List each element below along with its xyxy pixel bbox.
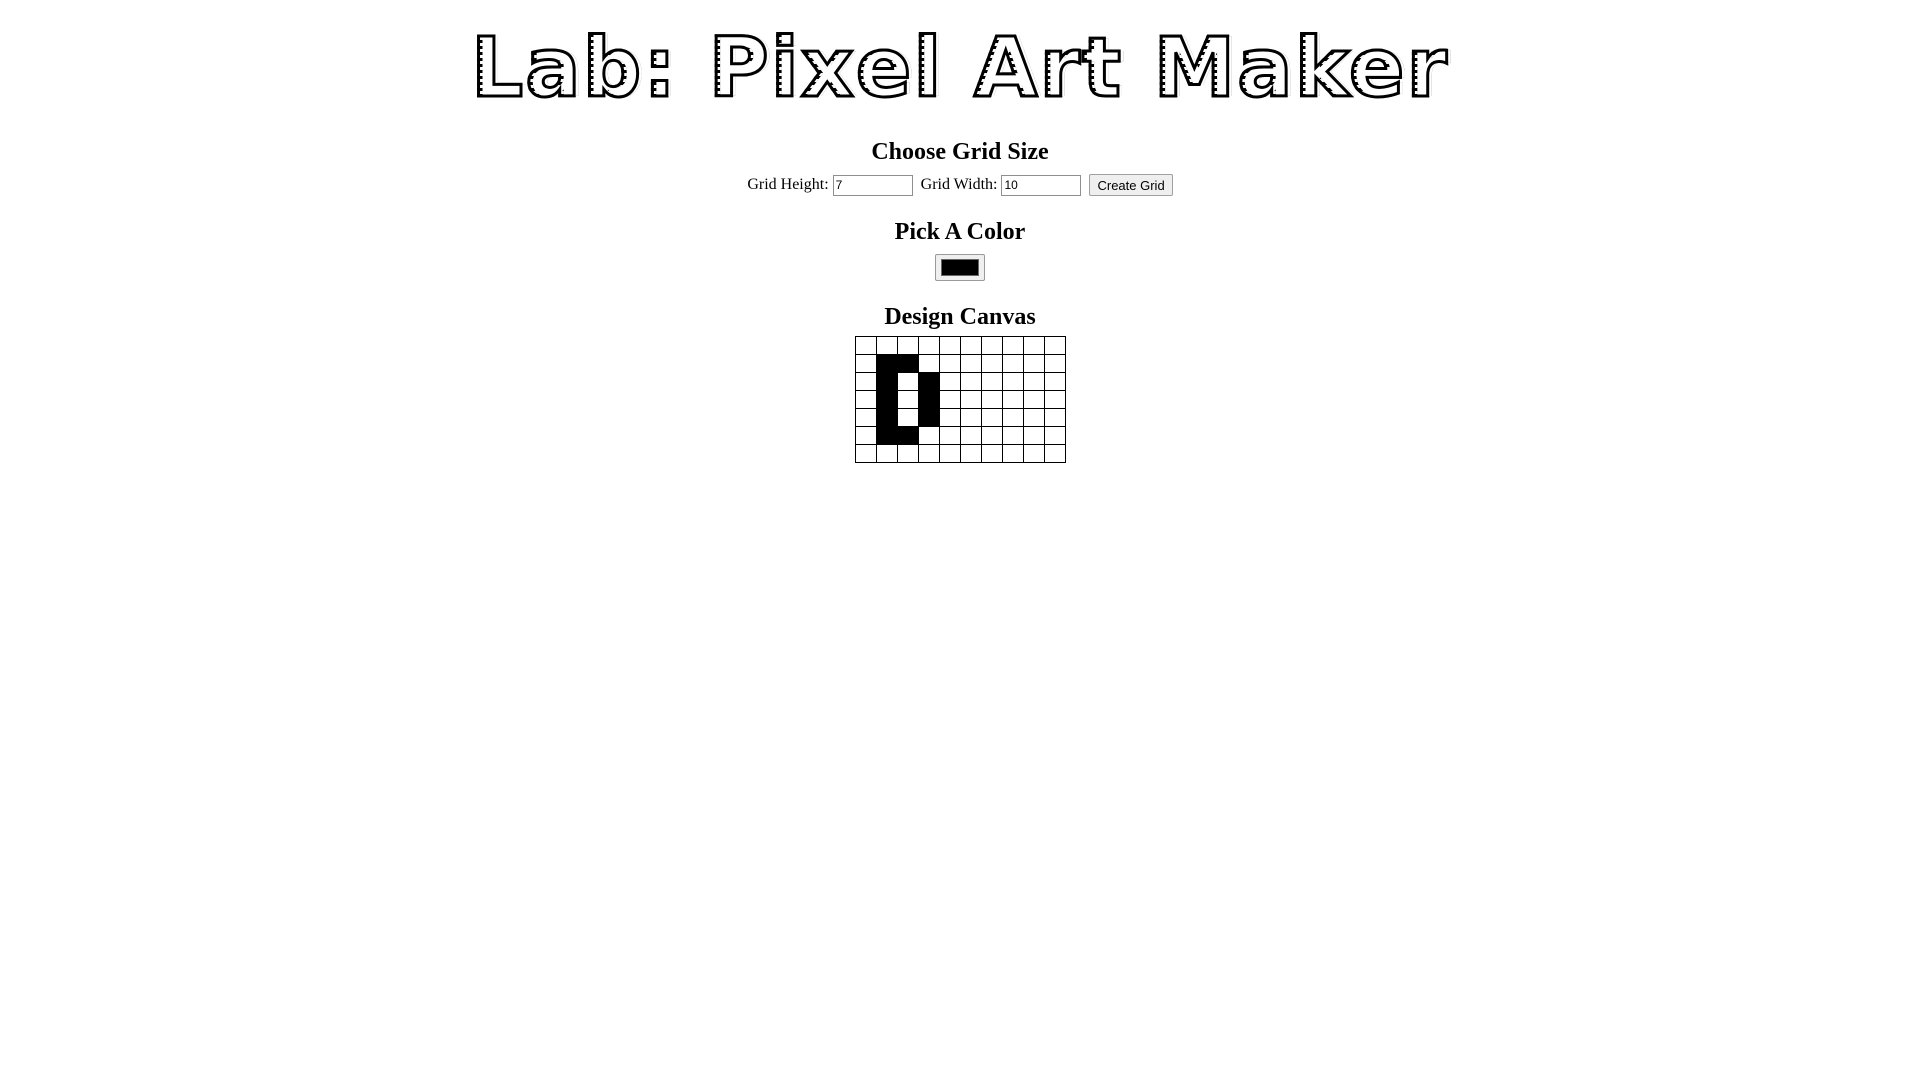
canvas-cell[interactable] <box>938 372 961 391</box>
canvas-row <box>854 426 1066 445</box>
canvas-cell[interactable] <box>875 444 898 463</box>
canvas-cell[interactable] <box>875 426 898 445</box>
canvas-cell[interactable] <box>1022 426 1045 445</box>
canvas-cell[interactable] <box>1022 354 1045 373</box>
canvas-cell[interactable] <box>959 354 982 373</box>
grid-size-heading: Choose Grid Size <box>871 139 1049 165</box>
canvas-cell[interactable] <box>854 426 877 445</box>
canvas-cell[interactable] <box>1001 354 1024 373</box>
color-swatch <box>941 259 979 276</box>
canvas-cell[interactable] <box>1001 336 1024 355</box>
canvas-cell[interactable] <box>1001 372 1024 391</box>
canvas-cell[interactable] <box>875 408 898 427</box>
canvas-cell[interactable] <box>854 354 877 373</box>
canvas-cell[interactable] <box>938 426 961 445</box>
canvas-cell[interactable] <box>875 390 898 409</box>
canvas-heading: Design Canvas <box>884 304 1036 330</box>
canvas-cell[interactable] <box>1022 336 1045 355</box>
canvas-cell[interactable] <box>917 444 940 463</box>
canvas-cell[interactable] <box>980 390 1003 409</box>
canvas-row <box>854 354 1066 373</box>
color-picker[interactable] <box>935 254 985 281</box>
canvas-cell[interactable] <box>854 336 877 355</box>
color-heading: Pick A Color <box>894 219 1026 245</box>
canvas-cell[interactable] <box>1043 390 1066 409</box>
canvas-cell[interactable] <box>980 372 1003 391</box>
create-grid-button[interactable]: Create Grid <box>1089 174 1173 196</box>
canvas-cell[interactable] <box>854 372 877 391</box>
canvas-cell[interactable] <box>917 426 940 445</box>
canvas-cell[interactable] <box>1043 426 1066 445</box>
page: Lab: Pixel Art Maker Choose Grid Size Gr… <box>0 0 1920 1080</box>
canvas-row <box>854 336 1066 355</box>
canvas-cell[interactable] <box>1043 372 1066 391</box>
canvas-cell[interactable] <box>917 408 940 427</box>
grid-width-input[interactable] <box>1001 174 1082 196</box>
color-section: Pick A Color <box>0 218 1920 281</box>
canvas-cell[interactable] <box>896 426 919 445</box>
canvas-cell[interactable] <box>854 444 877 463</box>
canvas-cell[interactable] <box>1043 336 1066 355</box>
canvas-cell[interactable] <box>1043 408 1066 427</box>
canvas-cell[interactable] <box>896 354 919 373</box>
canvas-cell[interactable] <box>875 372 898 391</box>
canvas-cell[interactable] <box>938 336 961 355</box>
canvas-cell[interactable] <box>980 408 1003 427</box>
canvas-cell[interactable] <box>959 336 982 355</box>
canvas-cell[interactable] <box>1022 444 1045 463</box>
size-picker-form: Grid Height: Grid Width: Create Grid <box>0 174 1920 196</box>
canvas-cell[interactable] <box>938 390 961 409</box>
canvas-cell[interactable] <box>875 354 898 373</box>
canvas-cell[interactable] <box>875 336 898 355</box>
canvas-cell[interactable] <box>1022 408 1045 427</box>
canvas-cell[interactable] <box>959 426 982 445</box>
canvas-cell[interactable] <box>938 444 961 463</box>
canvas-cell[interactable] <box>980 354 1003 373</box>
canvas-cell[interactable] <box>1043 444 1066 463</box>
canvas-cell[interactable] <box>896 408 919 427</box>
pixel-canvas <box>854 336 1066 463</box>
logo: Lab: Pixel Art Maker <box>0 0 1920 116</box>
canvas-row <box>854 390 1066 409</box>
canvas-cell[interactable] <box>896 372 919 391</box>
canvas-cell[interactable] <box>959 390 982 409</box>
grid-height-label: Grid Height: <box>747 176 829 193</box>
canvas-cell[interactable] <box>1001 444 1024 463</box>
grid-size-section: Choose Grid Size Grid Height: Grid Width… <box>0 138 1920 196</box>
canvas-cell[interactable] <box>959 372 982 391</box>
canvas-cell[interactable] <box>959 408 982 427</box>
canvas-row <box>854 444 1066 463</box>
canvas-row <box>854 372 1066 391</box>
canvas-cell[interactable] <box>1001 390 1024 409</box>
canvas-cell[interactable] <box>896 390 919 409</box>
canvas-row <box>854 408 1066 427</box>
grid-width-label: Grid Width: <box>920 176 998 193</box>
canvas-cell[interactable] <box>917 372 940 391</box>
canvas-cell[interactable] <box>896 336 919 355</box>
canvas-cell[interactable] <box>1022 390 1045 409</box>
canvas-cell[interactable] <box>854 390 877 409</box>
canvas-cell[interactable] <box>980 444 1003 463</box>
canvas-cell[interactable] <box>1043 354 1066 373</box>
canvas-cell[interactable] <box>1022 372 1045 391</box>
canvas-cell[interactable] <box>917 390 940 409</box>
canvas-cell[interactable] <box>1001 408 1024 427</box>
grid-height-input[interactable] <box>832 174 913 196</box>
canvas-cell[interactable] <box>1001 426 1024 445</box>
canvas-section: Design Canvas <box>0 303 1920 463</box>
canvas-cell[interactable] <box>938 354 961 373</box>
canvas-cell[interactable] <box>980 426 1003 445</box>
page-title-logo: Lab: Pixel Art Maker <box>470 21 1449 116</box>
canvas-cell[interactable] <box>917 354 940 373</box>
canvas-cell[interactable] <box>980 336 1003 355</box>
canvas-cell[interactable] <box>917 336 940 355</box>
canvas-cell[interactable] <box>896 444 919 463</box>
canvas-cell[interactable] <box>959 444 982 463</box>
canvas-cell[interactable] <box>854 408 877 427</box>
canvas-cell[interactable] <box>938 408 961 427</box>
